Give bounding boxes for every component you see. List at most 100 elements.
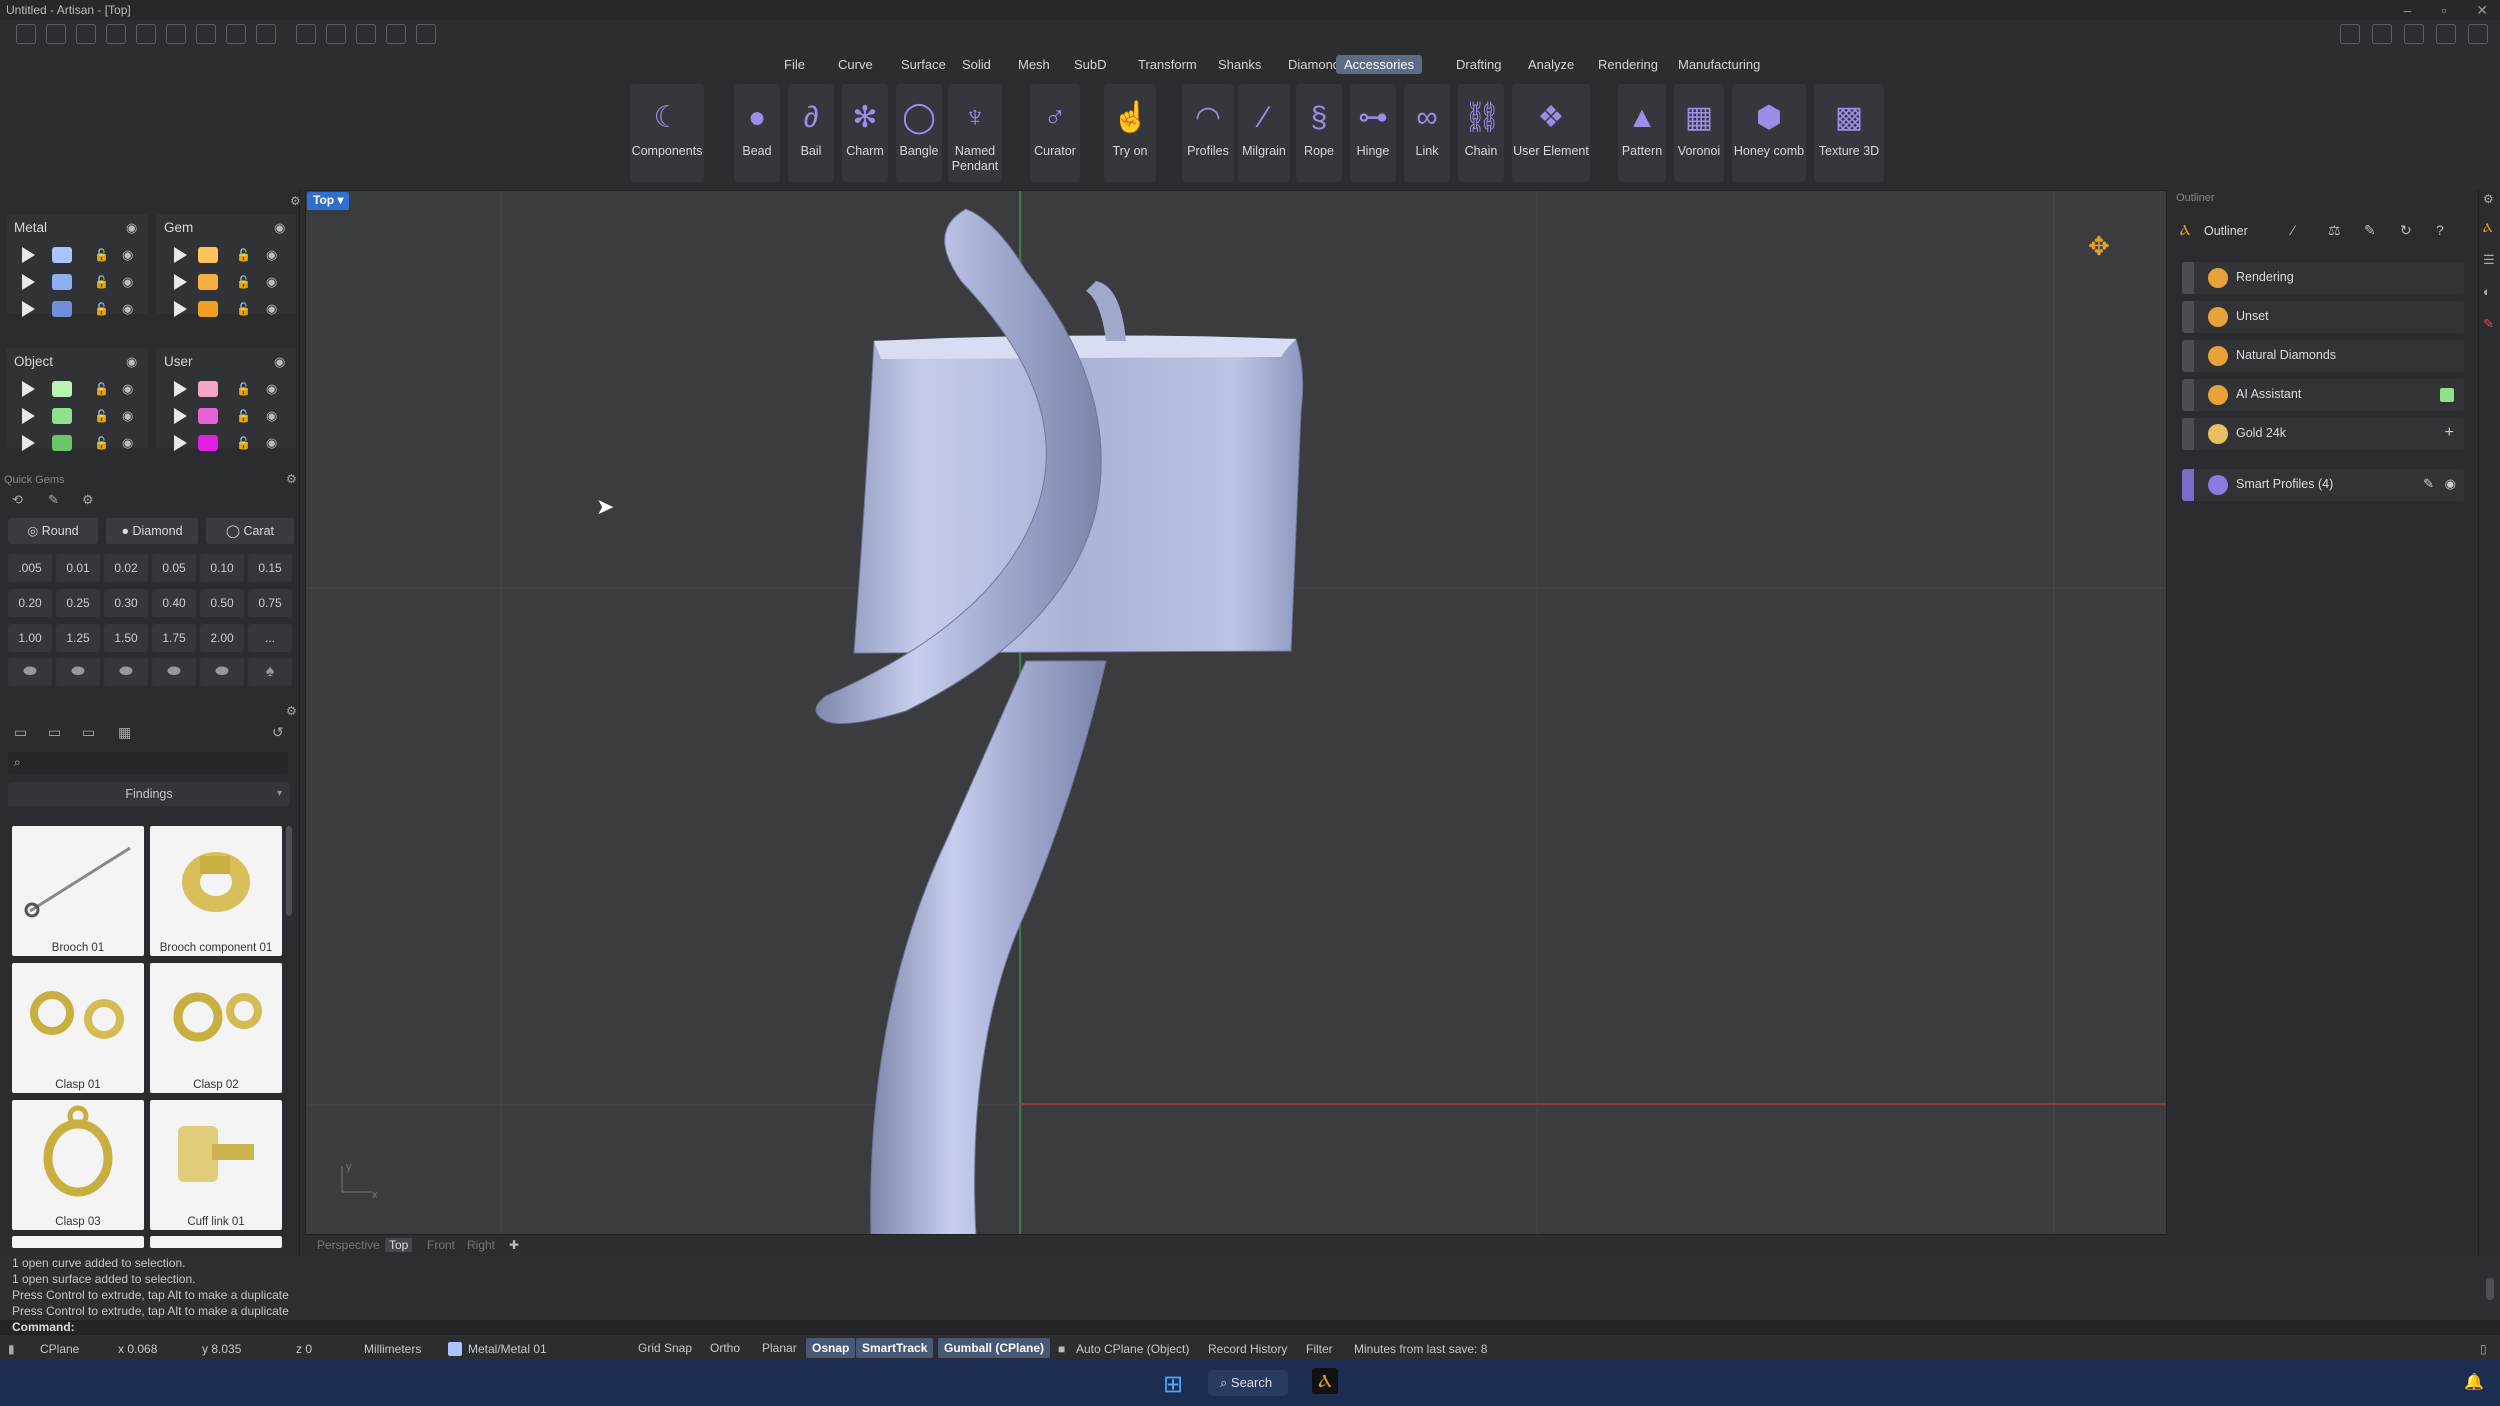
cplane-label[interactable]: CPlane — [40, 1342, 79, 1356]
transform-tool-icon[interactable] — [356, 24, 376, 44]
tool-curator[interactable]: ♂ Curator — [1030, 84, 1080, 182]
filter-toggle[interactable]: Filter — [1306, 1342, 1333, 1356]
info-icon[interactable] — [2372, 24, 2392, 44]
gem-cut-pear-icon[interactable]: ♠ — [248, 658, 292, 686]
library-item-brooch-component-01[interactable]: Brooch component 01 — [150, 826, 282, 956]
tool-bangle[interactable]: ◯ Bangle — [896, 84, 942, 182]
library-item-brooch-01[interactable]: Brooch 01 — [12, 826, 144, 956]
layer-row[interactable]: 🔓 ◉ — [156, 271, 296, 293]
gem-cut-emerald-icon[interactable]: ⬬ — [152, 658, 196, 686]
layer-color-swatch[interactable] — [52, 274, 72, 290]
menu-transform[interactable]: Transform — [1130, 55, 1205, 74]
toggle-smarttrack[interactable]: SmartTrack — [856, 1338, 934, 1358]
library-open-folder-icon[interactable]: ▭ — [82, 724, 95, 741]
picker-icon[interactable]: ⁄ — [2292, 222, 2294, 238]
gem-cut-cushion-icon[interactable]: ⬬ — [104, 658, 148, 686]
layers-dock-icon[interactable]: ☰ — [2483, 252, 2495, 268]
tool-chain[interactable]: ⛓ Chain — [1458, 84, 1504, 182]
artisan-app-icon[interactable]: Ⲁ — [1312, 1368, 1338, 1394]
layer-color-swatch[interactable] — [52, 247, 72, 263]
lock-icon[interactable]: 🔓 — [94, 409, 109, 423]
outliner-item-gold-24k[interactable]: Gold 24k + — [2182, 418, 2464, 450]
tab-top[interactable]: Top — [385, 1238, 413, 1252]
units-label[interactable]: Millimeters — [364, 1342, 421, 1356]
navigation-widget-icon[interactable]: ✥ — [2088, 231, 2110, 262]
gem-size-button[interactable]: ... — [248, 624, 292, 652]
layer-row[interactable]: 🔓 ◉ — [6, 432, 148, 454]
layer-color-swatch[interactable] — [198, 301, 218, 317]
library-search-input[interactable] — [30, 754, 280, 772]
redo-icon[interactable] — [166, 24, 186, 44]
toggle-grid-snap[interactable]: Grid Snap — [632, 1338, 698, 1358]
history-scrollbar[interactable] — [2486, 1278, 2494, 1300]
round-button[interactable]: ◎ Round — [8, 518, 98, 544]
layer-color-swatch[interactable] — [198, 381, 218, 397]
lock-icon[interactable]: 🔓 — [236, 302, 251, 316]
help-icon[interactable]: ? — [2436, 222, 2444, 238]
layer-row[interactable]: 🔓 ◉ — [6, 271, 148, 293]
layer-color-swatch[interactable] — [198, 274, 218, 290]
library-item-partial[interactable] — [150, 1236, 282, 1248]
gem-orient-icon[interactable]: ⟲ — [12, 492, 23, 508]
eye-icon[interactable]: ◉ — [122, 247, 133, 263]
settings-gear-icon[interactable] — [416, 24, 436, 44]
tool-texture-3d[interactable]: ▩ Texture 3D — [1814, 84, 1884, 182]
gem-size-button[interactable]: 1.50 — [104, 624, 148, 652]
minimize-button[interactable]: – — [2404, 2, 2412, 19]
library-item-clasp-01[interactable]: Clasp 01 — [12, 963, 144, 1093]
layer-color-swatch[interactable] — [52, 381, 72, 397]
eye-icon[interactable]: ◉ — [266, 381, 277, 397]
tool-voronoi[interactable]: ▦ Voronoi — [1674, 84, 1724, 182]
menu-analyze[interactable]: Analyze — [1520, 55, 1582, 74]
carat-button[interactable]: ◯ Carat — [206, 518, 294, 544]
lock-icon[interactable]: 🔓 — [236, 275, 251, 289]
play-icon[interactable] — [174, 381, 187, 397]
tool-pattern[interactable]: ▲ Pattern — [1618, 84, 1666, 182]
menu-manufacturing[interactable]: Manufacturing — [1670, 55, 1768, 74]
tool-honeycomb[interactable]: ⬢ Honey comb — [1732, 84, 1806, 182]
eye-icon[interactable]: ◉ — [274, 354, 285, 370]
layer-row[interactable]: 🔓 ◉ — [6, 405, 148, 427]
taskbar-search-button[interactable]: ⌕ Search — [1208, 1370, 1288, 1396]
play-icon[interactable] — [22, 435, 35, 451]
export-icon[interactable] — [256, 24, 276, 44]
menu-subd[interactable]: SubD — [1066, 55, 1115, 74]
gem-cut-oval-icon[interactable]: ⬬ — [56, 658, 100, 686]
lock-icon[interactable]: 🔓 — [94, 302, 109, 316]
eye-icon[interactable]: ◉ — [122, 274, 133, 290]
gem-size-button[interactable]: 0.01 — [56, 554, 100, 582]
viewport-top[interactable]: Top ▾ ✥ y x ➤ — [305, 190, 2167, 1235]
library-add-folder-icon[interactable]: ▭ — [48, 724, 61, 741]
lock-icon[interactable]: 🔓 — [94, 382, 109, 396]
gem-size-button[interactable]: 1.75 — [152, 624, 196, 652]
play-icon[interactable] — [174, 408, 187, 424]
help-icon[interactable] — [2436, 24, 2456, 44]
toggle-gumball[interactable]: Gumball (CPlane) — [938, 1338, 1051, 1358]
tool-user-element[interactable]: ❖ User Element — [1512, 84, 1590, 182]
tool-profiles[interactable]: ◠ Profiles — [1182, 84, 1234, 182]
eye-icon[interactable]: ◉ — [266, 408, 277, 424]
current-layer-label[interactable]: Metal/Metal 01 — [468, 1342, 547, 1356]
lock-icon[interactable]: 🔓 — [94, 275, 109, 289]
eye-icon[interactable]: ◉ — [266, 247, 277, 263]
library-settings-icon[interactable]: ⚙ — [286, 704, 297, 718]
cloud-icon[interactable] — [2404, 24, 2424, 44]
tool-rope[interactable]: § Rope — [1296, 84, 1342, 182]
gem-size-button[interactable]: .005 — [8, 554, 52, 582]
viewport-label[interactable]: Top ▾ — [307, 192, 350, 210]
menu-solid[interactable]: Solid — [954, 55, 999, 74]
edit-icon[interactable]: ✎ — [2423, 476, 2434, 492]
layer-row[interactable]: 🔓 ◉ — [156, 432, 296, 454]
library-scrollbar[interactable] — [286, 826, 292, 916]
account-icon[interactable] — [2468, 24, 2488, 44]
add-view-icon[interactable]: ✚ — [505, 1238, 523, 1252]
eye-icon[interactable]: ◉ — [2445, 476, 2456, 492]
outliner-item-natural-diamonds[interactable]: Natural Diamonds — [2182, 340, 2464, 372]
library-item-cuff-link-01[interactable]: Cuff link 01 — [150, 1100, 282, 1230]
gem-size-button[interactable]: 0.40 — [152, 589, 196, 617]
play-icon[interactable] — [174, 247, 187, 263]
save-icon[interactable] — [196, 24, 216, 44]
tool-components[interactable]: ☾ Components — [630, 84, 704, 182]
layer-color-swatch[interactable] — [52, 408, 72, 424]
tab-front[interactable]: Front — [423, 1238, 459, 1252]
